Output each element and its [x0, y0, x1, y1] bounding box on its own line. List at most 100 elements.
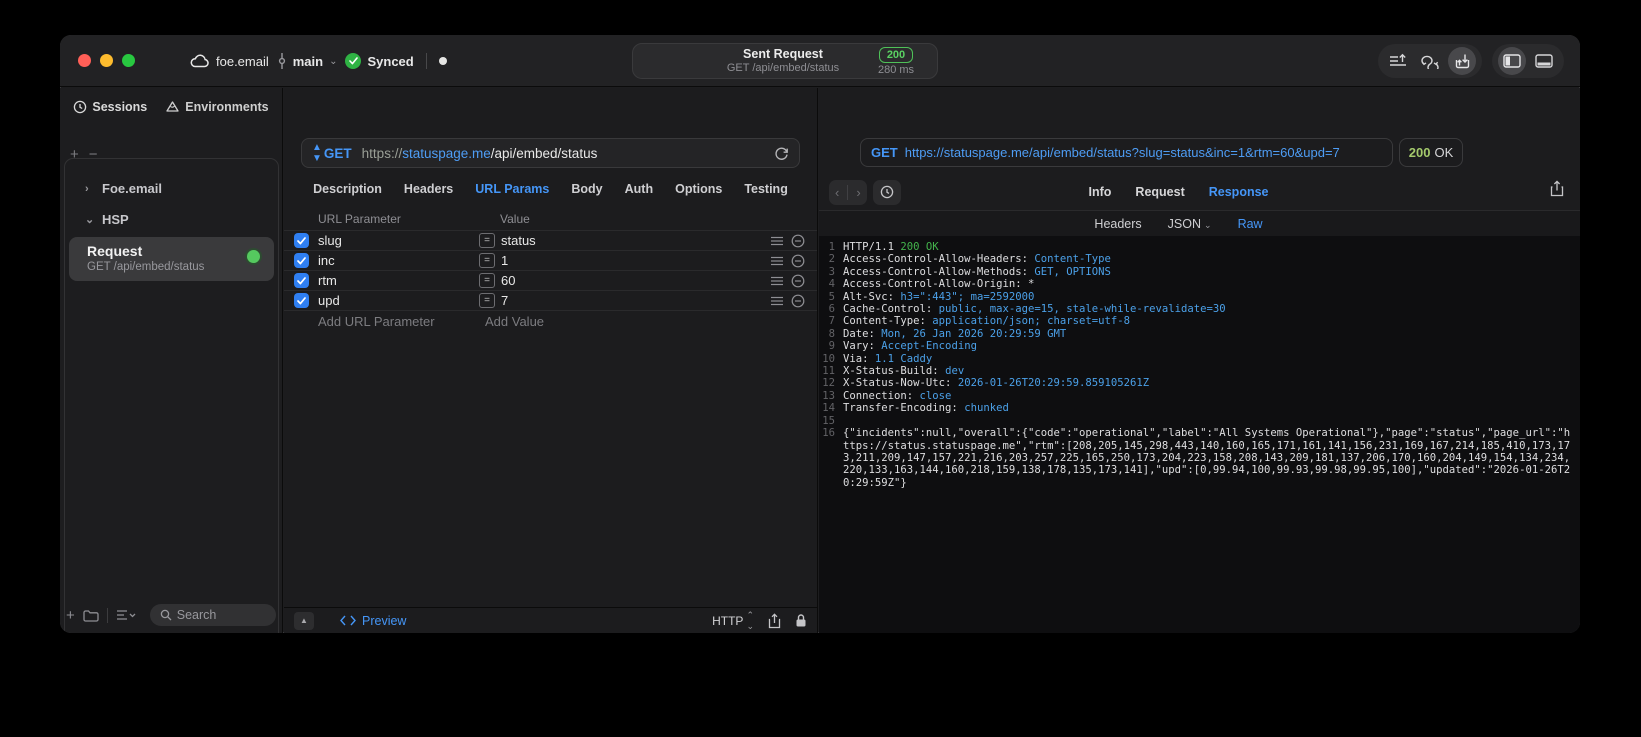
remove-param-icon[interactable]: [791, 234, 805, 248]
line-content: Content-Type: application/json; charset=…: [843, 315, 1131, 328]
raw-line: 7 Content-Type: application/json; charset…: [819, 315, 1580, 327]
line-number: 2: [828, 253, 835, 266]
param-row-rtm[interactable]: rtm = 60: [284, 270, 817, 290]
line-number: 1: [828, 241, 835, 253]
add-value-button[interactable]: Add Value: [485, 314, 544, 329]
line-number: 5: [828, 290, 835, 303]
sync-status[interactable]: Synced: [345, 53, 414, 69]
raw-line: 6 Cache-Control: public, max-age=15, stal…: [819, 303, 1580, 315]
toggle-bottombar-button[interactable]: [1530, 47, 1558, 75]
http-version-select[interactable]: HTTP ⌃ ⌄: [712, 610, 754, 632]
chevron-down-icon: ⌄: [85, 214, 95, 226]
request-tab-headers[interactable]: Headers: [404, 182, 453, 196]
request-tab-description[interactable]: Description: [313, 182, 382, 196]
raw-response-view[interactable]: 1 HTTP/1.1 200 OK 2 Access-Control-Allow-He…: [819, 236, 1580, 633]
request-tab-url-params[interactable]: URL Params: [475, 182, 549, 196]
equals-icon: =: [479, 273, 495, 288]
param-value[interactable]: 1: [501, 253, 771, 268]
close-window-button[interactable]: [78, 54, 91, 67]
remove-param-icon[interactable]: [791, 274, 805, 288]
updown-chevrons-icon: ⌃ ⌄: [746, 609, 754, 631]
new-folder-button[interactable]: [83, 609, 99, 622]
resend-request-button[interactable]: [1448, 47, 1476, 75]
param-enabled-checkbox[interactable]: [294, 253, 309, 268]
branch-selector[interactable]: main ⌄: [277, 53, 337, 69]
sent-request-pill[interactable]: Sent Request GET /api/embed/status 200 2…: [632, 43, 938, 79]
param-row-upd[interactable]: upd = 7: [284, 290, 817, 310]
share-request-button[interactable]: [768, 612, 781, 629]
add-url-parameter-button[interactable]: Add URL Parameter: [318, 314, 485, 329]
line-number: 8: [828, 327, 835, 340]
param-row-inc[interactable]: inc = 1: [284, 250, 817, 270]
line-content: Access-Control-Allow-Methods: GET, OPTIO…: [843, 265, 1111, 278]
raw-line: 15: [819, 415, 1580, 427]
expand-panel-button[interactable]: ▲: [294, 611, 314, 630]
remove-param-icon[interactable]: [791, 254, 805, 268]
line-content: Alt-Svc: h3=":443"; ma=2592000: [843, 290, 1035, 303]
param-enabled-checkbox[interactable]: [294, 273, 309, 288]
reload-request-icon[interactable]: [774, 146, 789, 161]
response-subtab-json[interactable]: JSON ⌄: [1168, 217, 1212, 231]
param-name[interactable]: rtm: [318, 273, 479, 288]
request-tab-testing[interactable]: Testing: [744, 182, 788, 196]
request-queue-button[interactable]: [1384, 47, 1412, 75]
preview-button[interactable]: Preview: [340, 614, 406, 628]
param-enabled-checkbox[interactable]: [294, 233, 309, 248]
sidebar-panel-icon: [1503, 54, 1521, 68]
request-url-bar[interactable]: ▲ ▼ GET https://statuspage.me/api/embed/s…: [301, 138, 800, 168]
param-name[interactable]: inc: [318, 253, 479, 268]
request-tab-auth[interactable]: Auth: [625, 182, 653, 196]
code-icon: [340, 615, 356, 626]
response-subtab-headers[interactable]: Headers: [1094, 217, 1141, 231]
response-tab-request[interactable]: Request: [1135, 185, 1184, 199]
line-number: 11: [822, 365, 835, 378]
cloud-project[interactable]: foe.email: [190, 54, 269, 69]
cloud-icon: [190, 54, 210, 68]
tree-item-foe-email[interactable]: › Foe.email: [65, 173, 278, 204]
param-value[interactable]: 60: [501, 273, 771, 288]
lock-icon[interactable]: [795, 613, 807, 628]
param-name[interactable]: upd: [318, 293, 479, 308]
request-method[interactable]: GET: [324, 146, 352, 161]
remove-param-icon[interactable]: [791, 294, 805, 308]
tab-sessions[interactable]: Sessions: [73, 100, 147, 114]
response-status-code: 200: [1408, 145, 1431, 160]
minimize-window-button[interactable]: [100, 54, 113, 67]
add-request-button[interactable]: +: [66, 607, 75, 624]
response-subtab-raw[interactable]: Raw: [1238, 217, 1263, 231]
param-enabled-checkbox[interactable]: [294, 293, 309, 308]
raw-line: 12 X-Status-Now-Utc: 2026-01-26T20:29:59.…: [819, 377, 1580, 389]
sent-request-url-box[interactable]: GET https://statuspage.me/api/embed/stat…: [860, 138, 1393, 167]
sort-options-button[interactable]: [116, 609, 136, 621]
param-value[interactable]: 7: [501, 293, 771, 308]
reorder-handle-icon[interactable]: [771, 296, 783, 306]
response-tab-response[interactable]: Response: [1209, 185, 1269, 199]
reorder-handle-icon[interactable]: [771, 276, 783, 286]
url-path: /api/embed/status: [490, 145, 598, 161]
url-host: statuspage.me: [402, 145, 491, 161]
line-number: 3: [828, 265, 835, 278]
toolbar-group-actions: [1378, 44, 1482, 78]
request-list-item-selected[interactable]: Request GET /api/embed/status: [69, 237, 274, 281]
sync-arrows-button[interactable]: [1416, 47, 1444, 75]
sent-url: https://statuspage.me/api/embed/status?s…: [904, 145, 1340, 160]
reorder-handle-icon[interactable]: [771, 256, 783, 266]
param-name[interactable]: slug: [318, 233, 479, 248]
reorder-handle-icon[interactable]: [771, 236, 783, 246]
sidebar: Sessions Environments + − › Foe.email ⌄ …: [60, 88, 283, 633]
equals-icon: =: [479, 293, 495, 308]
sidebar-search-input[interactable]: Search: [149, 604, 276, 626]
synced-check-icon: [345, 53, 362, 69]
request-tab-options[interactable]: Options: [675, 182, 722, 196]
tab-environments-label: Environments: [185, 100, 269, 114]
request-tab-body[interactable]: Body: [571, 182, 602, 196]
response-tab-info[interactable]: Info: [1089, 185, 1112, 199]
export-response-button[interactable]: [1550, 180, 1564, 197]
tree-item-hsp[interactable]: ⌄ HSP: [65, 204, 278, 235]
param-value[interactable]: status: [501, 233, 771, 248]
tab-environments[interactable]: Environments: [165, 100, 269, 114]
toggle-sidebar-button[interactable]: [1498, 47, 1526, 75]
line-content: {"incidents":null,"overall":{"code":"ope…: [843, 427, 1571, 489]
zoom-window-button[interactable]: [122, 54, 135, 67]
param-row-slug[interactable]: slug = status: [284, 230, 817, 250]
